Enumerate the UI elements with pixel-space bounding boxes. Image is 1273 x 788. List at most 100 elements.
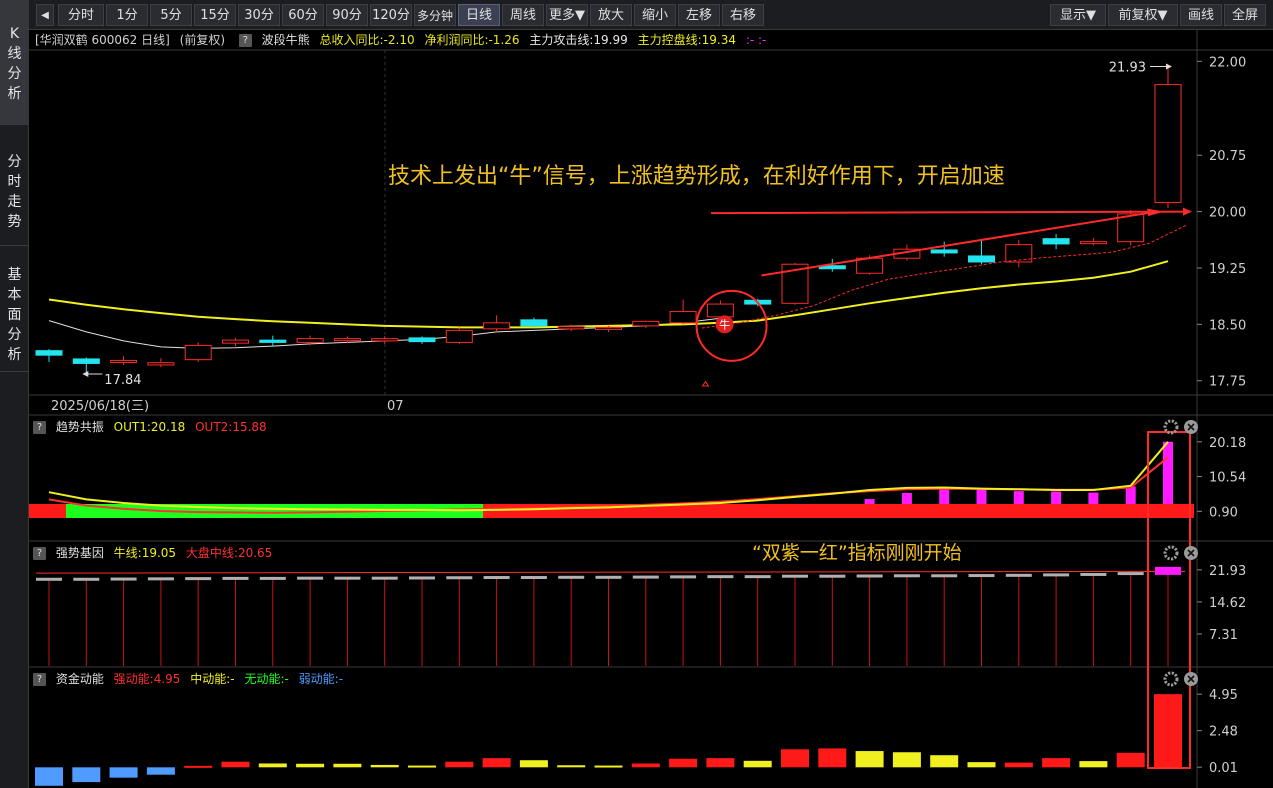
trend-magenta-bar <box>1163 441 1173 504</box>
trend-magenta-bar <box>1013 491 1024 504</box>
bull-signal-text: 牛 <box>719 317 730 331</box>
strong-level-bar <box>222 576 249 580</box>
trend-magenta-bar <box>939 488 950 504</box>
high-arrowhead <box>1166 63 1172 70</box>
candle-body <box>483 322 511 330</box>
candle-body <box>72 358 100 364</box>
candle-body <box>1042 238 1070 245</box>
strong-level-bar <box>334 576 361 580</box>
strong-level-bar <box>36 577 62 581</box>
strong-level-bar <box>1117 572 1144 576</box>
fund-bar <box>1042 758 1071 768</box>
strong-level-bar <box>558 575 585 579</box>
strong-level-bar <box>595 575 622 579</box>
fund-bar <box>892 752 921 768</box>
fund-bar <box>109 767 138 778</box>
fund-bar <box>818 748 847 768</box>
strong-level-bar <box>819 574 846 578</box>
fund-bar <box>669 758 698 768</box>
strong-tick-label: 14.62 <box>1209 596 1246 611</box>
strong-level-bar <box>744 575 771 579</box>
candle-body <box>930 249 958 254</box>
strong-level-bar <box>483 576 510 580</box>
strong-level-bar <box>1005 573 1032 577</box>
fund-bar <box>930 755 959 768</box>
low-price-label: 17.84 <box>104 373 141 388</box>
fund-bar <box>594 765 623 768</box>
trend-tick-label: 20.18 <box>1209 436 1246 451</box>
low-arrowhead <box>82 370 89 377</box>
yellow-ma-line <box>48 260 1169 329</box>
candle-body <box>669 311 697 324</box>
price-tick-label: 22.00 <box>1209 55 1246 70</box>
candle-body <box>1079 241 1107 245</box>
fund-bar <box>370 764 399 768</box>
strong-level-bar <box>73 577 100 581</box>
strong-tick-label: 7.31 <box>1209 628 1238 643</box>
strong-level-bar <box>185 577 212 581</box>
fund-bar <box>967 762 996 768</box>
fund-tick-label: 2.48 <box>1209 725 1238 740</box>
fund-tick-label: 4.95 <box>1209 688 1238 703</box>
strong-level-bar <box>856 574 883 578</box>
candle-body <box>35 350 63 356</box>
candle-body <box>520 319 548 327</box>
gear-icon[interactable] <box>1163 545 1179 561</box>
trend-magenta-bar <box>901 492 912 504</box>
strong-level-bar <box>931 574 958 578</box>
indicator-annotation: “双紫一红”指标刚刚开始 <box>752 542 962 564</box>
fund-bar <box>258 763 287 768</box>
strong-level-bar <box>1080 572 1107 576</box>
trend-magenta-bar <box>1088 492 1099 504</box>
gear-icon[interactable] <box>1163 671 1179 687</box>
panel-controls <box>1163 671 1198 687</box>
strong-dapan-line <box>35 570 1186 574</box>
trend-tick-label: 0.90 <box>1209 505 1238 520</box>
annotation-horizontal-arrow <box>710 210 1187 215</box>
trend-magenta-bar <box>976 488 987 504</box>
fund-bar <box>1004 762 1033 768</box>
strong-level-bar <box>371 576 398 580</box>
strong-level-bar <box>520 576 547 580</box>
candle-body <box>595 326 622 330</box>
trend-tick-label: 10.54 <box>1209 471 1246 486</box>
candle-body <box>1005 244 1033 263</box>
strong-level-bar <box>147 577 174 581</box>
candle-body <box>371 338 399 342</box>
fund-bar <box>1079 761 1108 768</box>
high-price-label: 21.93 <box>1109 61 1146 76</box>
price-tick-label: 18.50 <box>1209 318 1246 333</box>
date-month-label: 07 <box>387 399 404 414</box>
fund-bar <box>743 760 772 768</box>
price-tick-label: 19.25 <box>1209 262 1246 277</box>
price-tick-label: 17.75 <box>1209 375 1246 390</box>
fund-bar <box>519 760 548 768</box>
panel-controls <box>1163 545 1198 561</box>
strong-last-bar <box>1155 566 1181 575</box>
candle-body <box>445 329 473 343</box>
candle-body <box>408 337 436 343</box>
stock-chart-app: K线分析 分时走势 基本面分析 ◀ 分时 1分 5分 15分 30分 60分 9… <box>0 0 1273 788</box>
fund-bar <box>146 767 175 775</box>
fund-bar <box>706 758 735 768</box>
fund-bar <box>221 761 250 768</box>
trend-out1-line <box>48 441 1169 512</box>
candle-body <box>296 338 324 343</box>
candle-body <box>1154 84 1182 204</box>
candle-body <box>110 359 138 363</box>
strong-level-bar <box>446 576 473 580</box>
candle-body <box>222 339 249 344</box>
strong-tick-label: 21.93 <box>1209 564 1246 579</box>
strong-level-bar <box>782 574 808 578</box>
strong-level-bar <box>409 576 435 580</box>
fund-bar <box>1116 752 1145 768</box>
price-tick-label: 20.00 <box>1209 206 1246 221</box>
candle-body <box>259 339 287 343</box>
arrowhead <box>1183 207 1192 216</box>
fund-bar <box>35 767 63 786</box>
strong-level-bar <box>670 575 697 579</box>
trend-magenta-bar <box>864 499 875 504</box>
candle-body <box>706 303 734 318</box>
candle-body <box>333 338 361 342</box>
trend-magenta-bar <box>1125 486 1136 504</box>
